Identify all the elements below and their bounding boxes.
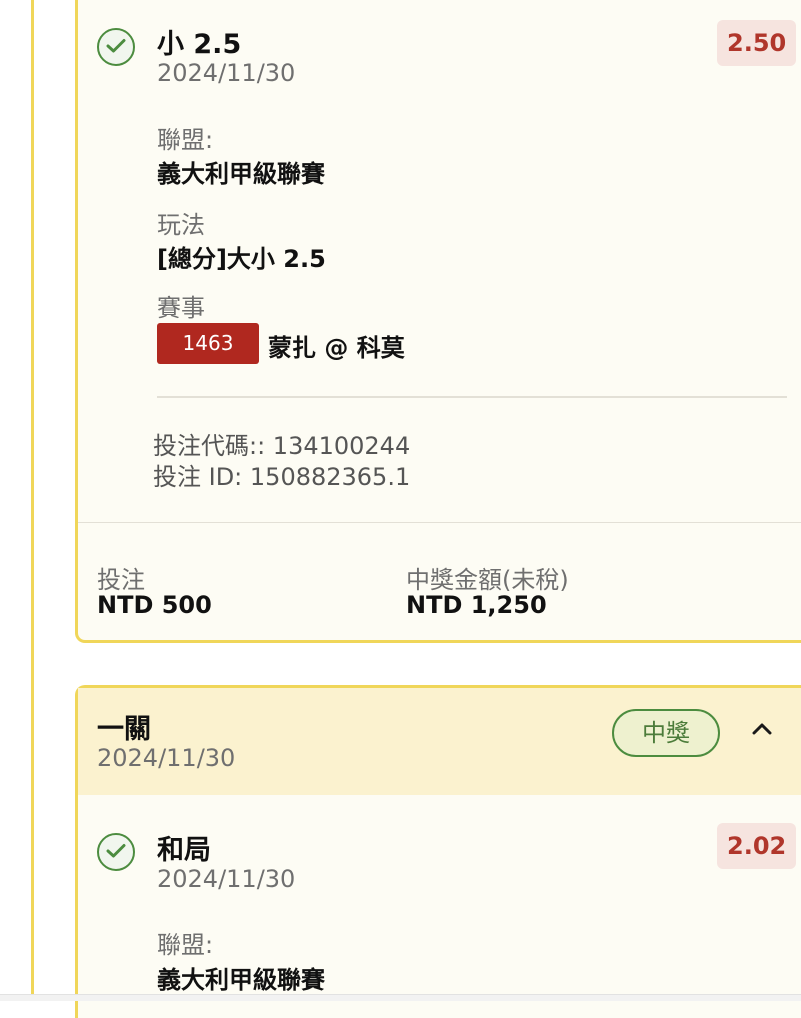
timeline-line <box>31 0 34 994</box>
selection-date: 2024/11/30 <box>157 59 296 87</box>
bet-code: 投注代碼:: 134100244 <box>153 432 411 460</box>
league-label: 聯盟: <box>157 126 214 154</box>
bet-id: 投注 ID: 150882365.1 <box>153 463 411 491</box>
selection-date: 2024/11/30 <box>157 865 296 893</box>
stake-value: NTD 500 <box>97 591 212 619</box>
odds-badge: 2.02 <box>717 823 797 869</box>
check-circle-icon <box>97 833 135 871</box>
status-badge: 中獎 <box>612 709 720 757</box>
bet-detail-card: 小 2.5 2024/11/30 2.50 聯盟: 義大利甲級聯賽 玩法 [總分… <box>75 0 801 643</box>
payout-label: 中獎金額(未稅) <box>406 566 569 594</box>
chevron-up-icon[interactable] <box>750 720 774 740</box>
ticket-date: 2024/11/30 <box>97 744 236 772</box>
league-value: 義大利甲級聯賽 <box>157 160 325 188</box>
check-circle-icon <box>97 28 135 66</box>
market-value: [總分]大小 2.5 <box>157 245 326 273</box>
payout-value: NTD 1,250 <box>406 591 547 619</box>
ticket-card: 一關 2024/11/30 中獎 和局 2024/11/30 2.02 聯盟: … <box>75 685 801 1018</box>
event-number-badge: 1463 <box>157 323 259 364</box>
ticket-header[interactable]: 一關 2024/11/30 中獎 <box>78 688 801 795</box>
selection-title: 和局 <box>157 835 211 866</box>
market-label: 玩法 <box>157 211 205 239</box>
ticket-type: 一關 <box>97 714 151 745</box>
event-name: 蒙扎 @ 科莫 <box>268 334 405 362</box>
odds-badge: 2.50 <box>717 20 797 66</box>
league-value: 義大利甲級聯賽 <box>157 966 325 994</box>
detail-divider <box>157 396 787 398</box>
league-label: 聯盟: <box>157 931 214 959</box>
selection-title: 小 2.5 <box>157 29 242 60</box>
stake-label: 投注 <box>97 566 145 594</box>
event-label: 賽事 <box>157 294 205 322</box>
summary-divider <box>78 522 801 523</box>
